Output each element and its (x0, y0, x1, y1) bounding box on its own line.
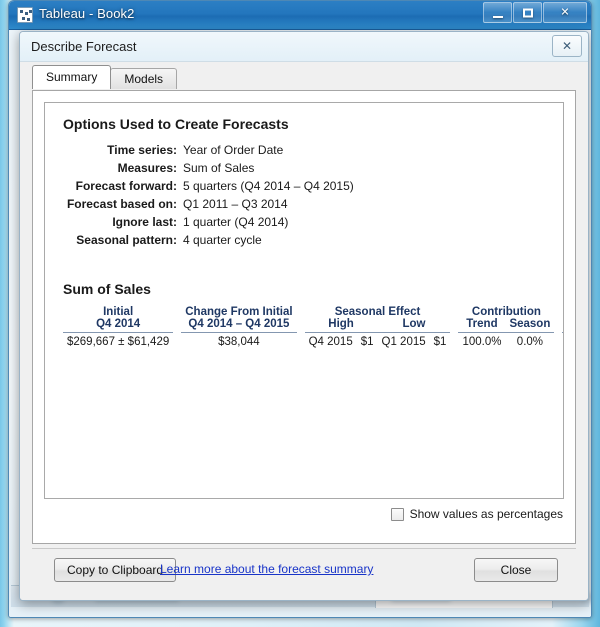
dialog-content: Summary Models Options Used to Create Fo… (20, 62, 588, 600)
tableau-application-window: Tableau - Book2 ✕ Describe Forecast ✕ Su… (8, 0, 592, 618)
application-titlebar: Tableau - Book2 ✕ (9, 1, 591, 30)
header-quality: Quality (562, 318, 563, 333)
header-seasonal-effect: Seasonal Effect (334, 306, 421, 318)
header-seasonal-low: Low (377, 318, 451, 333)
close-icon[interactable]: ✕ (543, 2, 587, 23)
dialog-title: Describe Forecast (31, 39, 137, 54)
options-row: Forecast forward: 5 quarters (Q4 2014 – … (45, 177, 563, 195)
value-low-period: Q1 2015 (381, 336, 426, 348)
summary-statistics-table: Initial Change From Initial Seasonal Eff… (63, 306, 563, 349)
value-low-amount: $1 (433, 336, 447, 348)
tab-models[interactable]: Models (110, 68, 178, 89)
header-trend: Trend (458, 318, 506, 333)
header-contribution: Contribution (471, 306, 541, 318)
header-initial: Initial (103, 306, 134, 318)
options-label-forecast-based-on: Forecast based on: (66, 197, 177, 211)
options-value-ignore-last: 1 quarter (Q4 2014) (183, 215, 289, 229)
options-value-forecast-forward: 5 quarters (Q4 2014 – Q4 2015) (183, 179, 354, 193)
options-label-time-series: Time series: (107, 143, 177, 157)
options-label-measures: Measures: (117, 161, 177, 175)
header-seasonal-high: High (304, 318, 378, 333)
maximize-icon[interactable] (513, 2, 542, 23)
options-label-forecast-forward: Forecast forward: (75, 179, 177, 193)
dialog-tab-strip: Summary Models (32, 65, 178, 89)
value-high-amount: $1 (360, 336, 374, 348)
value-initial: $269,667 ± $61,429 (67, 336, 170, 348)
options-row: Ignore last: 1 quarter (Q4 2014) (45, 213, 563, 231)
summary-section-title: Sum of Sales (63, 281, 151, 297)
header-change-from-initial: Change From Initial (185, 306, 293, 318)
options-section-title: Options Used to Create Forecasts (63, 116, 289, 132)
copy-to-clipboard-button[interactable]: Copy to Clipboard (54, 558, 177, 582)
header-change-period: Q4 2014 – Q4 2015 (181, 318, 297, 333)
options-label-seasonal-pattern: Seasonal pattern: (76, 233, 177, 247)
value-trend: 100.0% (462, 336, 502, 348)
forecast-summary-help-link[interactable]: Learn more about the forecast summary (160, 562, 373, 576)
describe-forecast-dialog: Describe Forecast ✕ Summary Models Optio… (19, 31, 589, 601)
options-value-forecast-based-on: Q1 2011 – Q3 2014 (183, 197, 288, 211)
desktop-background: Tableau - Book2 ✕ Describe Forecast ✕ Su… (0, 0, 600, 627)
value-season: 0.0% (516, 336, 544, 348)
header-season: Season (505, 318, 555, 333)
show-values-as-percentages-checkbox[interactable]: Show values as percentages (390, 507, 563, 521)
minimize-icon[interactable] (483, 2, 512, 23)
statistics-data-row: $269,667 ± $61,429 $38,044 Q4 2015 $1 Q1… (63, 333, 563, 349)
tableau-icon (17, 7, 33, 23)
checkbox-box[interactable] (390, 507, 404, 521)
dialog-close-icon[interactable]: ✕ (552, 35, 582, 57)
summary-statistics: Initial Change From Initial Seasonal Eff… (63, 306, 563, 348)
header-initial-period: Q4 2014 (63, 318, 174, 333)
dialog-footer: Copy to Clipboard Learn more about the f… (32, 548, 576, 590)
statistics-header-row: Q4 2014 Q4 2014 – Q4 2015 High Low Trend… (63, 318, 563, 333)
options-table: Time series: Year of Order Date Measures… (45, 141, 563, 249)
checkbox-label: Show values as percentages (409, 507, 563, 521)
options-row: Measures: Sum of Sales (45, 159, 563, 177)
tab-page-summary: Options Used to Create Forecasts Time se… (32, 90, 576, 544)
application-title: Tableau - Book2 (39, 6, 135, 21)
close-button[interactable]: Close (474, 558, 558, 582)
value-quality: Good (562, 333, 563, 349)
options-row: Forecast based on: Q1 2011 – Q3 2014 (45, 195, 563, 213)
summary-panel: Options Used to Create Forecasts Time se… (44, 102, 564, 499)
value-high-period: Q4 2015 (308, 336, 353, 348)
options-label-ignore-last: Ignore last: (112, 215, 177, 229)
dialog-titlebar: Describe Forecast ✕ (20, 32, 588, 62)
options-value-time-series: Year of Order Date (183, 143, 284, 157)
options-value-seasonal-pattern: 4 quarter cycle (183, 233, 262, 247)
options-value-measures: Sum of Sales (183, 161, 255, 175)
options-row: Seasonal pattern: 4 quarter cycle (45, 231, 563, 249)
options-row: Time series: Year of Order Date (45, 141, 563, 159)
tab-summary[interactable]: Summary (32, 65, 112, 89)
value-change: $38,044 (218, 336, 260, 348)
window-controls: ✕ (482, 2, 587, 24)
statistics-group-header-row: Initial Change From Initial Seasonal Eff… (63, 306, 563, 318)
